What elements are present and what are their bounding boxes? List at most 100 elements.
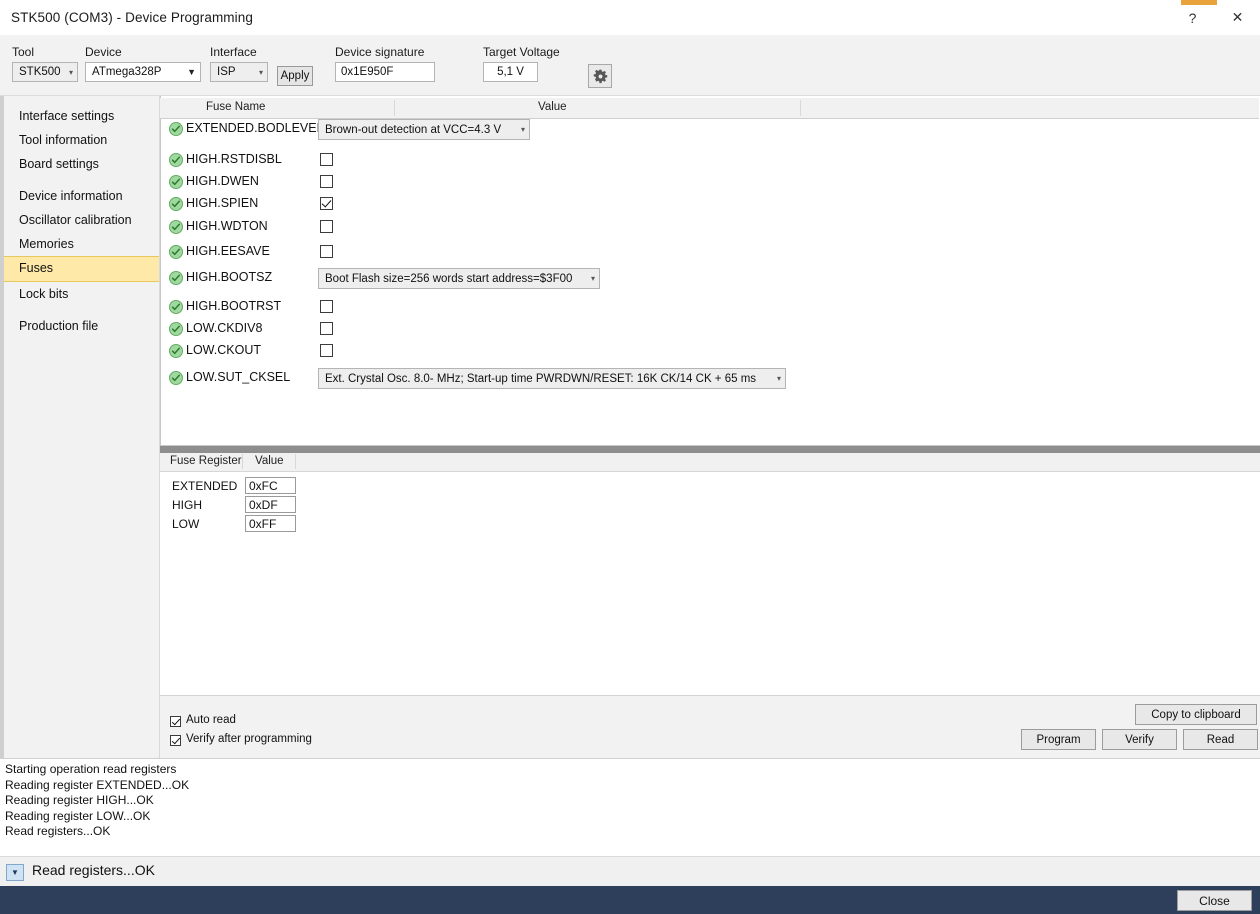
status-ok-icon — [169, 371, 183, 385]
fuse-row: HIGH.RSTDISBL — [160, 150, 1260, 172]
fuse-name: HIGH.SPIEN — [186, 196, 259, 210]
column-divider — [295, 454, 296, 469]
column-divider — [242, 454, 243, 469]
sidebar: Interface settings Tool information Board … — [4, 96, 160, 758]
copy-to-clipboard-button[interactable]: Copy to clipboard — [1135, 704, 1257, 725]
panel-splitter[interactable] — [160, 446, 1260, 453]
fuse-name: LOW.CKOUT — [186, 343, 262, 357]
fuse-name: EXTENDED.BODLEVEL — [186, 121, 324, 135]
register-name: LOW — [172, 517, 200, 531]
close-window-button[interactable]: ✕ — [1215, 0, 1260, 35]
log-lines-container: Starting operation read registers Reading… — [0, 759, 1260, 840]
fuse-value-select[interactable]: Brown-out detection at VCC=4.3 V ▾ — [318, 119, 530, 140]
sidebar-item-tool-information[interactable]: Tool information — [4, 128, 159, 152]
window-footer: Close — [0, 886, 1260, 914]
fuse-value-checkbox[interactable] — [320, 197, 333, 210]
interface-select[interactable]: ISP ▾ — [210, 62, 268, 82]
verify-after-programming-label: Verify after programming — [186, 733, 312, 745]
tool-label: Tool — [12, 45, 35, 59]
sidebar-item-oscillator-calibration[interactable]: Oscillator calibration — [4, 208, 159, 232]
sidebar-item-production-file[interactable]: Production file — [4, 314, 159, 338]
fuse-name: HIGH.RSTDISBL — [186, 152, 282, 166]
register-row: EXTENDED 0xFC — [160, 477, 1260, 497]
programming-actions-bar: Auto read Verify after programming Copy … — [160, 695, 1260, 759]
fuse-value-select[interactable]: Boot Flash size=256 words start address=… — [318, 268, 600, 289]
interface-label: Interface — [210, 45, 257, 59]
sidebar-item-memories[interactable]: Memories — [4, 232, 159, 256]
fuse-row: HIGH.DWEN — [160, 172, 1260, 194]
log-line: Reading register EXTENDED...OK — [5, 777, 190, 792]
log-line: Reading register HIGH...OK — [5, 793, 154, 807]
target-voltage-input[interactable]: 5,1 V — [483, 62, 538, 82]
fuse-value-checkbox[interactable] — [320, 245, 333, 258]
fuse-row: LOW.CKDIV8 — [160, 319, 1260, 341]
title-bar: STK500 (COM3) - Device Programming ? ✕ — [0, 0, 1260, 36]
status-ok-icon — [169, 122, 183, 136]
verify-after-programming-checkbox[interactable] — [170, 735, 181, 746]
interface-select-value: ISP — [217, 66, 236, 78]
register-value-input[interactable]: 0xDF — [245, 496, 296, 513]
device-field: Device ATmega328P ▼ — [85, 45, 201, 82]
close-button[interactable]: Close — [1177, 890, 1252, 911]
register-table-header: Fuse Register Value — [160, 453, 1260, 472]
apply-button[interactable]: Apply — [277, 66, 313, 86]
device-signature-input[interactable]: 0x1E950F — [335, 62, 435, 82]
fuse-value-checkbox[interactable] — [320, 344, 333, 357]
settings-button[interactable] — [588, 64, 612, 88]
status-ok-icon — [169, 271, 183, 285]
sidebar-item-board-settings[interactable]: Board settings — [4, 152, 159, 176]
fuse-name: LOW.SUT_CKSEL — [186, 370, 291, 384]
fuse-row: EXTENDED.BODLEVEL Brown-out detection at … — [160, 119, 1260, 141]
help-button[interactable]: ? — [1170, 0, 1215, 35]
sidebar-item-lock-bits[interactable]: Lock bits — [4, 282, 159, 306]
fuse-value-checkbox[interactable] — [320, 322, 333, 335]
verify-button[interactable]: Verify — [1102, 729, 1177, 750]
sidebar-item-device-information[interactable]: Device information — [4, 184, 159, 208]
status-bar: ▼ Read registers...OK — [0, 856, 1260, 887]
gear-icon — [593, 69, 607, 83]
fuse-value-text: Ext. Crystal Osc. 8.0- MHz; Start-up tim… — [325, 372, 757, 385]
chevron-down-icon: ▾ — [776, 374, 781, 383]
interface-field: Interface ISP ▾ — [210, 45, 268, 82]
status-ok-icon — [169, 153, 183, 167]
fuse-value-checkbox[interactable] — [320, 220, 333, 233]
expand-log-button[interactable]: ▼ — [6, 864, 24, 881]
register-value-input[interactable]: 0xFF — [245, 515, 296, 532]
status-ok-icon — [169, 300, 183, 314]
device-select-value: ATmega328P — [92, 66, 162, 78]
chevron-down-icon: ▾ — [258, 67, 263, 77]
register-row: HIGH 0xDF — [160, 496, 1260, 516]
chevron-down-icon: ▾ — [68, 67, 73, 77]
chevron-down-icon: ▼ — [11, 868, 19, 877]
log-output-panel[interactable]: Starting operation read registers Reading… — [0, 758, 1260, 855]
chevron-down-icon: ▾ — [590, 274, 595, 283]
device-select[interactable]: ATmega328P ▼ — [85, 62, 201, 82]
device-signature-field: Device signature 0x1E950F — [335, 45, 435, 82]
chevron-down-icon: ▼ — [187, 67, 196, 77]
fuse-value-select[interactable]: Ext. Crystal Osc. 8.0- MHz; Start-up tim… — [318, 368, 786, 389]
sidebar-item-fuses[interactable]: Fuses — [4, 256, 159, 282]
status-ok-icon — [169, 175, 183, 189]
status-ok-icon — [169, 220, 183, 234]
read-button[interactable]: Read — [1183, 729, 1258, 750]
status-ok-icon — [169, 197, 183, 211]
auto-read-checkbox[interactable] — [170, 716, 181, 727]
target-voltage-field: Target Voltage 5,1 V — [483, 45, 560, 82]
fuse-row: HIGH.WDTON — [160, 217, 1260, 239]
fuse-value-checkbox[interactable] — [320, 175, 333, 188]
sidebar-item-interface-settings[interactable]: Interface settings — [4, 104, 159, 128]
program-button[interactable]: Program — [1021, 729, 1096, 750]
column-divider — [800, 100, 801, 116]
fuse-row: HIGH.SPIEN — [160, 194, 1260, 216]
fuse-value-checkbox[interactable] — [320, 300, 333, 313]
tool-select[interactable]: STK500 ▾ — [12, 62, 78, 82]
fuse-name: LOW.CKDIV8 — [186, 321, 263, 335]
status-message: Read registers...OK — [32, 862, 155, 878]
status-ok-icon — [169, 344, 183, 358]
device-programming-window: STK500 (COM3) - Device Programming ? ✕ T… — [0, 0, 1260, 914]
fuse-value-checkbox[interactable] — [320, 153, 333, 166]
fuse-value-column-header: Value — [538, 101, 567, 113]
status-ok-icon — [169, 322, 183, 336]
register-value-input[interactable]: 0xFC — [245, 477, 296, 494]
fuse-row: LOW.SUT_CKSEL Ext. Crystal Osc. 8.0- MHz;… — [160, 368, 1260, 390]
